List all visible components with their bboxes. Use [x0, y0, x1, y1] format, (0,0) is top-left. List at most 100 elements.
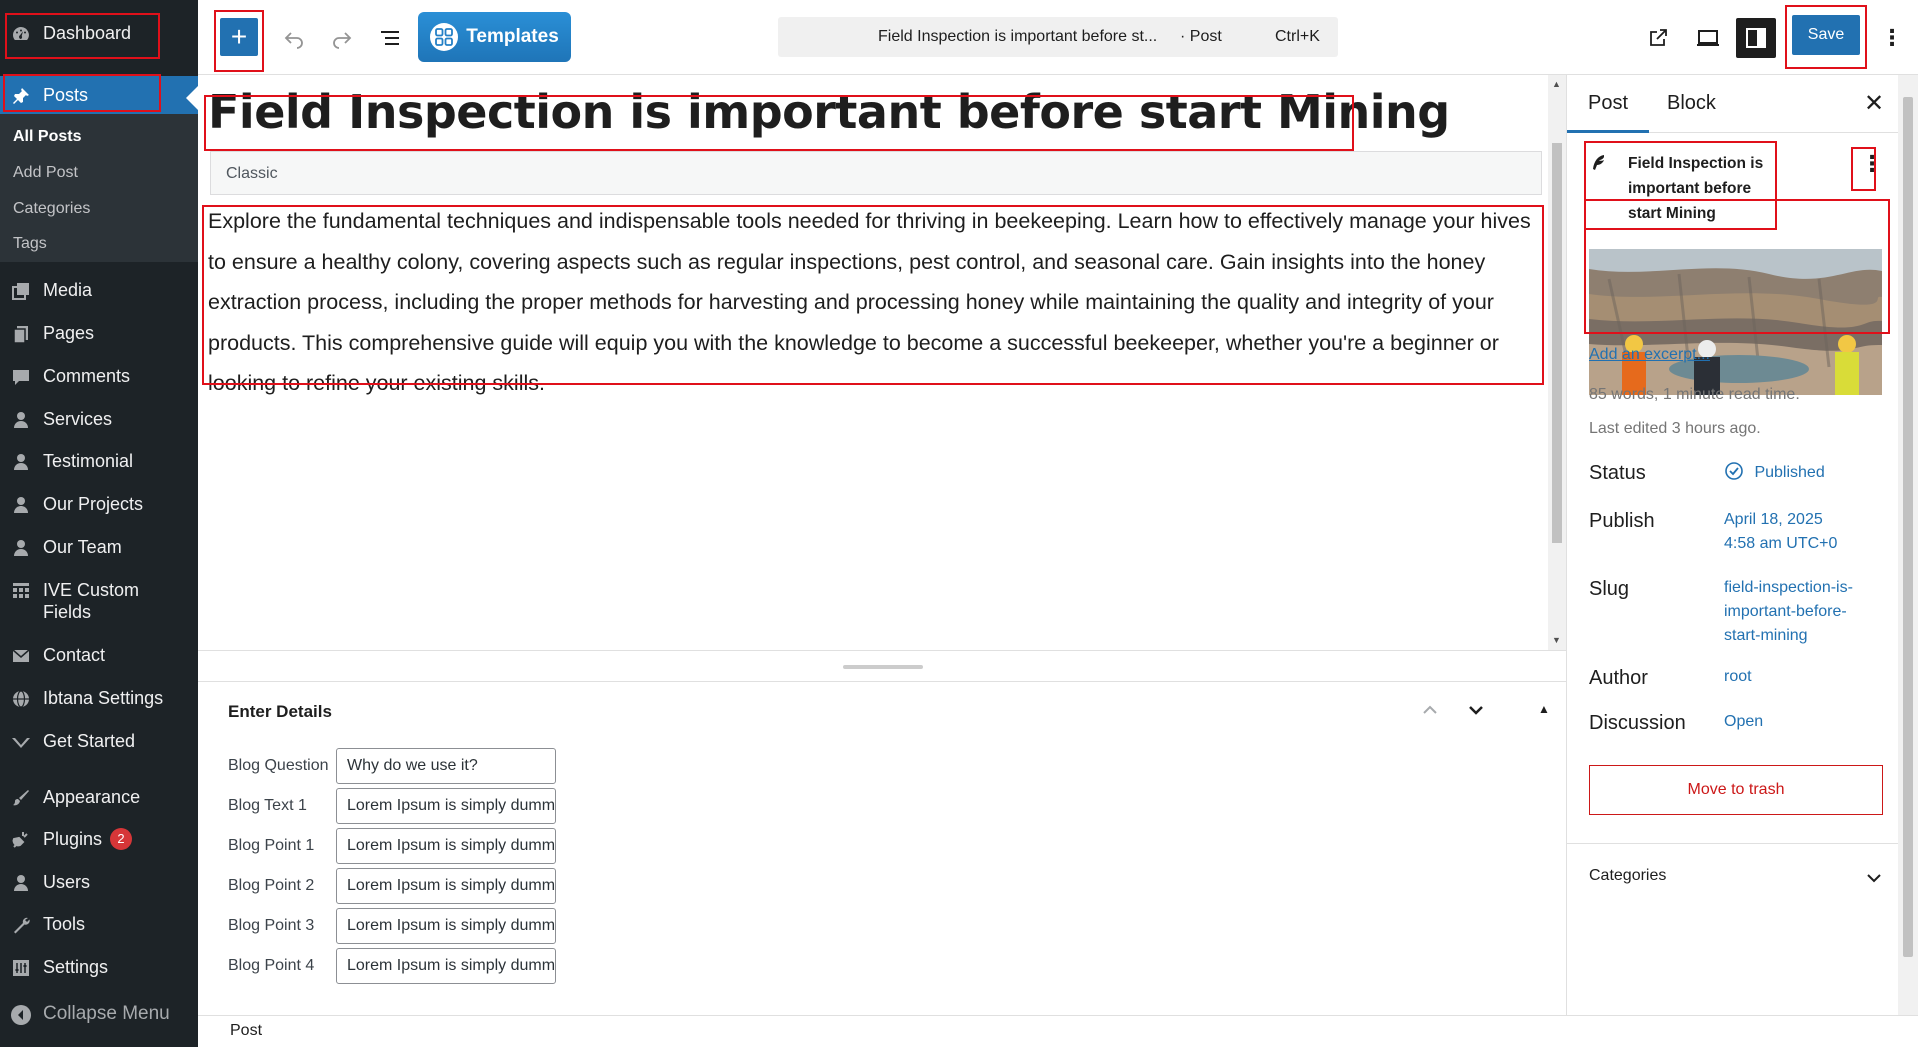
- author-label: Author: [1589, 667, 1648, 689]
- menu-get-started[interactable]: Get Started: [0, 730, 198, 754]
- submenu-tags[interactable]: Tags: [13, 235, 47, 253]
- chevron-down-icon[interactable]: [1865, 869, 1883, 892]
- metabox-field-row: Blog Point 2 Lorem Ipsum is simply dummy …: [228, 868, 556, 904]
- canvas-scrollbar[interactable]: ▲ ▼: [1548, 75, 1566, 650]
- slug-label: Slug: [1589, 578, 1630, 600]
- sidebar-scrollbar[interactable]: [1898, 75, 1918, 1015]
- menu-ive-custom-fields[interactable]: IVE Custom Fields: [0, 579, 198, 623]
- menu-comments[interactable]: Comments: [0, 365, 198, 389]
- metabox-field-input[interactable]: Lorem Ipsum is simply dummy text: [336, 868, 556, 904]
- menu-plugins[interactable]: Plugins 2: [0, 828, 198, 852]
- menu-contact[interactable]: Contact: [0, 644, 198, 668]
- status-value[interactable]: Published: [1724, 461, 1825, 485]
- classic-block-label[interactable]: Classic: [210, 151, 1542, 195]
- scroll-up-icon[interactable]: ▲: [1552, 79, 1561, 89]
- metabox-header: Enter Details ▲: [198, 681, 1566, 731]
- metabox-field-input[interactable]: Why do we use it?: [336, 748, 556, 784]
- menu-dashboard[interactable]: Dashboard: [0, 22, 198, 46]
- menu-services[interactable]: Services: [0, 408, 198, 432]
- add-excerpt-link[interactable]: Add an excerpt...: [1589, 346, 1710, 364]
- globe-icon: [9, 687, 33, 711]
- current-menu-arrow: [186, 86, 198, 110]
- scroll-down-icon[interactable]: ▼: [1552, 635, 1561, 645]
- templates-button[interactable]: Templates: [418, 12, 571, 62]
- metabox-resize-handle[interactable]: [843, 665, 923, 669]
- menu-appearance-label: Appearance: [43, 787, 141, 807]
- editor-top-toolbar: + Templates Field Inspection is importan…: [198, 0, 1918, 75]
- move-to-trash-button[interactable]: Move to trash: [1589, 765, 1883, 815]
- menu-appearance[interactable]: Appearance: [0, 786, 198, 810]
- metabox-field-input[interactable]: Lorem Ipsum is simply dummy text: [336, 788, 556, 824]
- preview-button[interactable]: [1688, 18, 1728, 58]
- metabox-field-label: Blog Point 4: [228, 957, 315, 974]
- command-palette-bar[interactable]: Field Inspection is important before st.…: [778, 17, 1338, 57]
- metabox-title: Enter Details: [228, 702, 332, 721]
- status-value-text: Published: [1754, 464, 1825, 481]
- metabox-field-input[interactable]: Lorem Ipsum is simply dummy text: [336, 828, 556, 864]
- close-sidebar-button[interactable]: ✕: [1864, 89, 1884, 118]
- document-overview-button[interactable]: [372, 20, 408, 56]
- undo-button[interactable]: [276, 20, 312, 56]
- move-down-icon[interactable]: [1466, 700, 1486, 726]
- grid-icon: [9, 579, 33, 603]
- redo-button[interactable]: [324, 20, 360, 56]
- metabox-field-row: Blog Point 4 Lorem Ipsum is simply dummy …: [228, 948, 556, 984]
- publish-date-value[interactable]: April 18, 2025 4:58 am UTC+0: [1724, 508, 1837, 556]
- discussion-value[interactable]: Open: [1724, 710, 1763, 734]
- menu-contact-label: Contact: [43, 645, 106, 665]
- post-content[interactable]: Explore the fundamental techniques and i…: [208, 201, 1548, 404]
- menu-users[interactable]: Users: [0, 871, 198, 895]
- block-inserter-button[interactable]: +: [220, 18, 258, 56]
- menu-tools[interactable]: Tools: [0, 913, 198, 937]
- plugins-update-badge: 2: [110, 828, 133, 850]
- menu-posts[interactable]: Posts: [0, 76, 198, 114]
- plug-icon: [9, 828, 33, 852]
- metabox-field-input[interactable]: Lorem Ipsum is simply dummy text: [336, 908, 556, 944]
- sidebar-tabs: Post Block ✕: [1567, 75, 1899, 133]
- metabox-field-row: Blog Text 1 Lorem Ipsum is simply dummy t…: [228, 788, 556, 824]
- menu-pages[interactable]: Pages: [0, 322, 198, 346]
- tab-block[interactable]: Block: [1667, 92, 1716, 115]
- close-icon: ✕: [1864, 90, 1885, 117]
- user-icon: [9, 493, 33, 517]
- view-post-button[interactable]: [1638, 18, 1678, 58]
- tab-post[interactable]: Post: [1588, 92, 1628, 115]
- post-actions-button[interactable]: ⋮: [1861, 151, 1883, 177]
- comments-icon: [9, 365, 33, 389]
- submenu-categories[interactable]: Categories: [13, 200, 90, 218]
- submenu-all-posts[interactable]: All Posts: [13, 128, 81, 146]
- options-menu-button[interactable]: ⋮: [1880, 18, 1904, 58]
- save-button[interactable]: Save: [1792, 15, 1860, 55]
- redo-icon: [333, 32, 352, 49]
- status-label: Status: [1589, 462, 1646, 484]
- settings-toggle-button[interactable]: [1736, 18, 1776, 58]
- menu-our-team[interactable]: Our Team: [0, 536, 198, 560]
- menu-collapse[interactable]: Collapse Menu: [0, 1003, 198, 1027]
- menu-testimonial[interactable]: Testimonial: [0, 450, 198, 474]
- author-value[interactable]: root: [1724, 665, 1752, 689]
- post-type-icon: [1589, 153, 1609, 178]
- metabox-field-row: Blog Point 3 Lorem Ipsum is simply dummy …: [228, 908, 556, 944]
- menu-get-started-label: Get Started: [43, 731, 136, 751]
- menu-our-projects[interactable]: Our Projects: [0, 493, 198, 517]
- post-title[interactable]: Field Inspection is important before sta…: [208, 85, 1450, 139]
- sidebar-scroll-thumb[interactable]: [1903, 97, 1913, 957]
- menu-media[interactable]: Media: [0, 279, 198, 303]
- chevron-check-icon: [9, 730, 33, 754]
- move-up-icon[interactable]: [1420, 700, 1440, 726]
- submenu-add-post[interactable]: Add Post: [13, 164, 78, 182]
- categories-panel-title[interactable]: Categories: [1589, 867, 1666, 885]
- menu-tools-label: Tools: [43, 914, 86, 934]
- metabox-field-input[interactable]: Lorem Ipsum is simply dummy text: [336, 948, 556, 984]
- menu-ibtana-settings[interactable]: Ibtana Settings: [0, 687, 198, 711]
- canvas-scroll-thumb[interactable]: [1552, 143, 1562, 543]
- slug-value[interactable]: field-inspection-is- important-before- s…: [1724, 576, 1853, 648]
- toggle-panel-icon[interactable]: ▲: [1538, 702, 1550, 716]
- admin-sidebar: Dashboard Posts All Posts Add Post Categ…: [0, 0, 198, 1047]
- metabox-field-label: Blog Point 3: [228, 917, 315, 934]
- breadcrumb-post[interactable]: Post: [230, 1022, 262, 1039]
- word-count-text: 85 words, 1 minute read time.: [1589, 386, 1800, 403]
- featured-image[interactable]: [1589, 249, 1882, 395]
- menu-settings[interactable]: Settings: [0, 956, 198, 980]
- user-icon: [9, 871, 33, 895]
